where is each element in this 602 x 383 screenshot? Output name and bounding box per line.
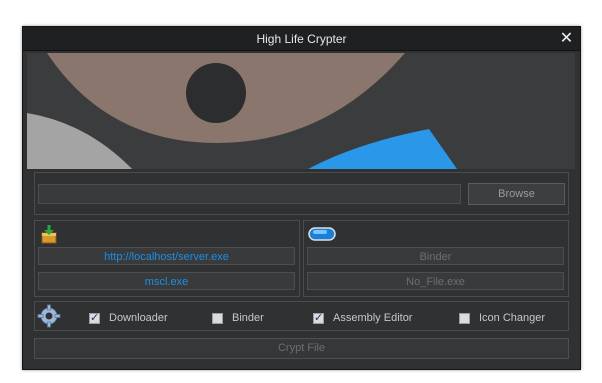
downloader-panel: http://localhost/server.exe mscl.exe [34,220,300,297]
checkbox-downloader-box[interactable] [89,311,100,324]
crypt-file-button[interactable]: Crypt File [34,338,569,359]
binder-panel: Binder No_File.exe [303,220,569,297]
title-bar[interactable]: High Life Crypter ✕ [23,27,580,51]
checkbox-downloader-label: Downloader [109,312,168,324]
checkbox-icon-changer-label: Icon Changer [479,312,546,324]
checkbox-assembly-editor-box[interactable] [313,311,324,324]
browse-button[interactable]: Browse [468,183,565,205]
file-panel: Browse [34,172,569,215]
close-button[interactable]: ✕ [557,29,576,47]
window-title: High Life Crypter [256,32,347,46]
checkbox-assembly-editor-label: Assembly Editor [333,312,413,324]
file-path-input[interactable] [38,184,461,204]
gear-icon [37,304,61,328]
checkbox-assembly-editor[interactable]: Assembly Editor [313,311,412,325]
checkbox-binder[interactable]: Binder [212,311,264,325]
binder-pill-icon [308,226,336,242]
binder-file-field[interactable]: No_File.exe [307,272,564,290]
download-package-icon [39,224,59,244]
binder-button[interactable]: Binder [307,247,564,265]
app-window: High Life Crypter ✕ Browse http://localh… [22,26,581,370]
checkbox-binder-label: Binder [232,312,264,324]
checkbox-binder-box[interactable] [212,312,223,324]
download-url-field[interactable]: http://localhost/server.exe [38,247,295,265]
download-filename-field[interactable]: mscl.exe [38,272,295,290]
checkbox-icon-changer[interactable]: Icon Changer [459,311,545,325]
banner-art [27,53,575,169]
checkbox-downloader[interactable]: Downloader [89,311,168,325]
banner-image [27,53,575,169]
checkbox-icon-changer-box[interactable] [459,312,470,324]
